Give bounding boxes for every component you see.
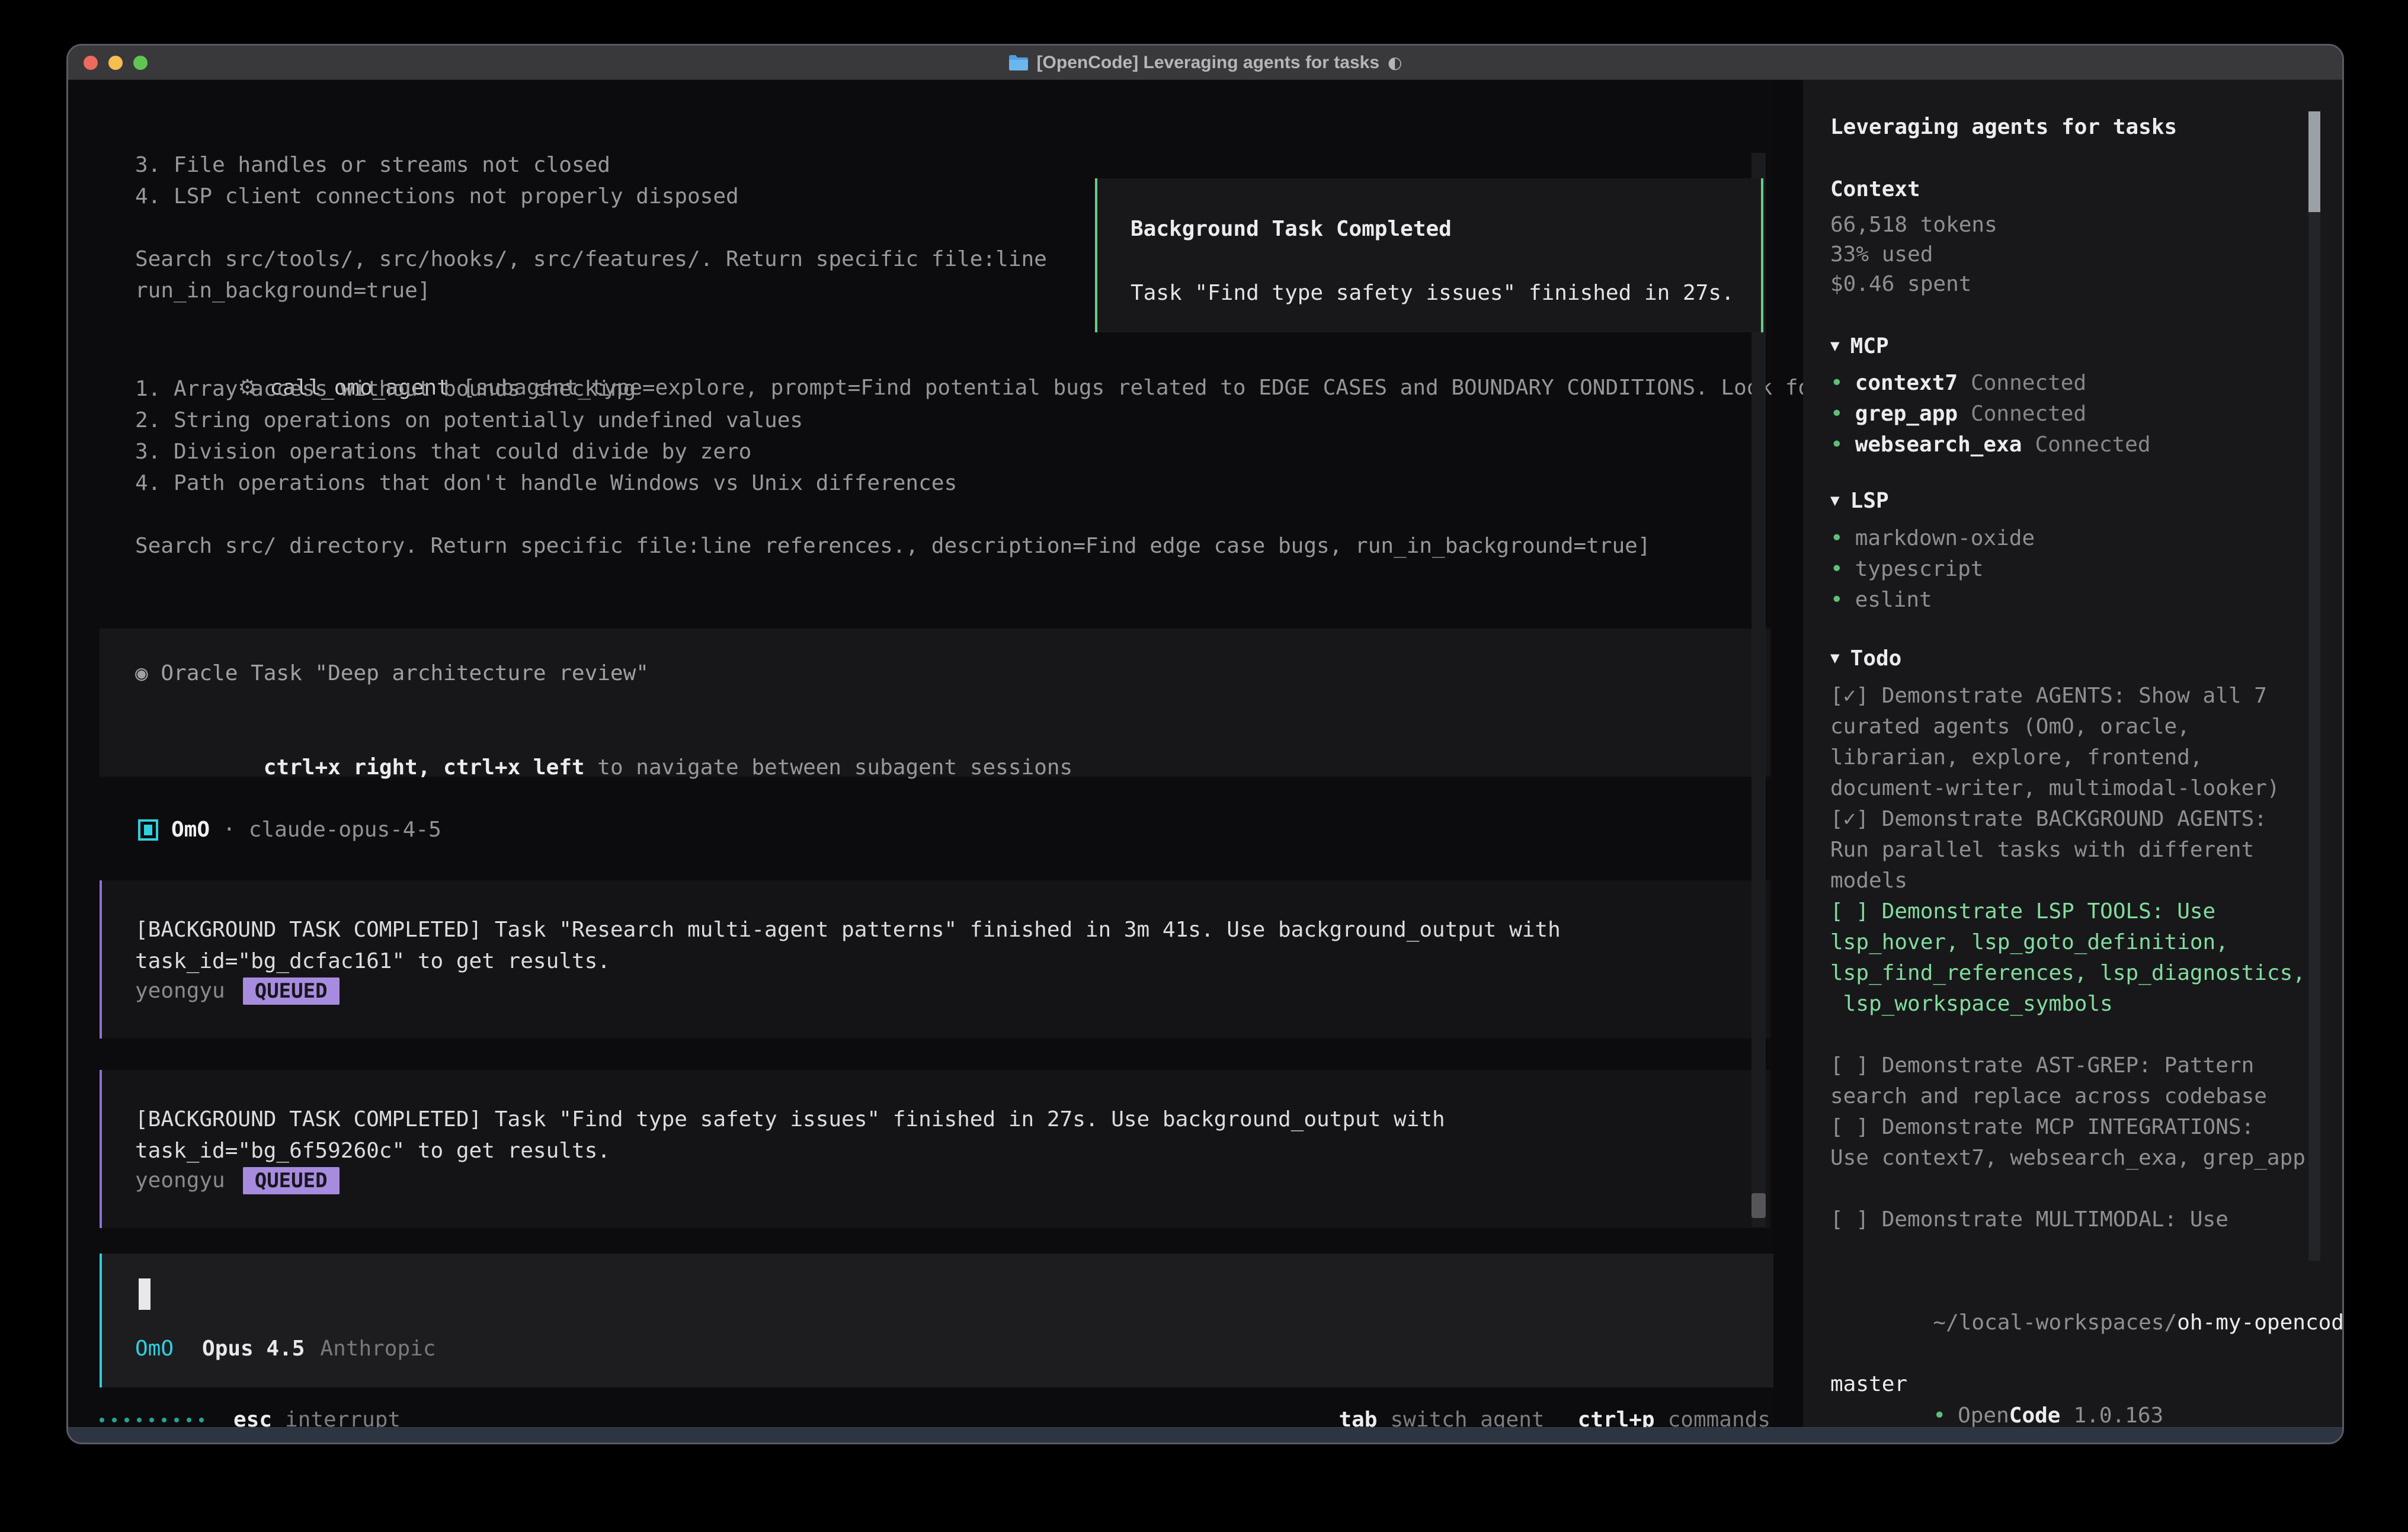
window-title-text: [OpenCode] Leveraging agents for tasks — [1037, 53, 1379, 73]
context-stats: 66,518 tokens 33% used $0.46 spent — [1830, 210, 1997, 299]
chevron-down-icon: ▼ — [1830, 649, 1840, 667]
traffic-lights — [84, 56, 148, 70]
folder-icon — [1008, 55, 1029, 71]
opencode-window: [OpenCode] Leveraging agents for tasks ◐… — [66, 44, 2344, 1444]
message-line1: [BACKGROUND TASK COMPLETED] Task "Find t… — [135, 1104, 1445, 1135]
input-footer: OmO Opus 4.5 Anthropic — [135, 1333, 436, 1364]
todo-item: [✓] Demonstrate AGENTS: Show all 7 curat… — [1830, 681, 2305, 804]
agent-separator: · — [223, 818, 236, 842]
todo-list: [✓] Demonstrate AGENTS: Show all 7 curat… — [1830, 681, 2305, 1235]
oracle-task-box: ◉ Oracle Task "Deep architecture review"… — [100, 629, 1770, 777]
titlebar[interactable]: [OpenCode] Leveraging agents for tasks ◐ — [68, 46, 2342, 80]
text-cursor — [139, 1278, 150, 1310]
main-scrollbar-thumb[interactable] — [1751, 1193, 1766, 1218]
sidebar-scrollbar-track[interactable] — [2308, 111, 2320, 1261]
todo-item: [ ] Demonstrate LSP TOOLS: Use lsp_hover… — [1830, 896, 2305, 1020]
status-dot-icon: • — [1830, 588, 1843, 612]
message-line1: [BACKGROUND TASK COMPLETED] Task "Resear… — [135, 914, 1561, 946]
desktop: [OpenCode] Leveraging agents for tasks ◐… — [0, 0, 2408, 1532]
sidebar-scrollbar-thumb[interactable] — [2308, 111, 2320, 212]
status-dot-icon: • — [1933, 1403, 1946, 1428]
status-dot-icon: • — [1830, 432, 1843, 457]
lsp-section-header[interactable]: ▼LSP — [1830, 489, 1889, 513]
close-button[interactable] — [84, 56, 98, 70]
chevron-down-icon: ▼ — [1830, 492, 1840, 509]
input-model-label: Opus 4.5 — [202, 1337, 305, 1361]
scrollback-text: 3. File handles or streams not closed 4.… — [135, 149, 1047, 306]
message-line2: task_id="bg_dcfac161" to get results. — [135, 946, 610, 977]
todo-item: [ ] Demonstrate AST-GREP: Pattern search… — [1830, 1050, 2305, 1112]
maximize-button[interactable] — [133, 56, 148, 70]
oracle-task-title: ◉ Oracle Task "Deep architecture review" — [135, 658, 649, 689]
todo-section-header[interactable]: ▼Todo — [1830, 646, 1901, 671]
status-dot-icon: • — [1830, 402, 1843, 426]
notification-body: Task "Find type safety issues" finished … — [1131, 277, 1734, 309]
status-badge: QUEUED — [243, 977, 340, 1005]
mcp-item: •websearch_exaConnected — [1830, 430, 2151, 460]
lsp-item: •typescript — [1830, 554, 2035, 585]
status-dot-icon: • — [1830, 371, 1843, 395]
agent-header: OmO · claude-opus-4-5 — [138, 814, 441, 845]
input-agent-label: OmO — [135, 1337, 174, 1361]
mcp-list: •context7Connected •grep_appConnected •w… — [1830, 368, 2151, 460]
oracle-hint-text: to navigate between subagent sessions — [585, 755, 1073, 780]
background-task-message-1: [BACKGROUND TASK COMPLETED] Task "Resear… — [100, 880, 1770, 1039]
status-badge: QUEUED — [243, 1167, 340, 1194]
chevron-down-icon: ▼ — [1830, 337, 1840, 355]
terminal-main-pane[interactable]: 3. File handles or streams not closed 4.… — [68, 80, 1773, 1427]
message-user: yeongyu — [135, 979, 225, 1003]
oracle-task-hint: ctrl+x right, ctrl+x left to navigate be… — [135, 720, 1072, 815]
message-footer: yeongyu QUEUED — [135, 975, 340, 1007]
message-line2: task_id="bg_6f59260c" to get results. — [135, 1135, 610, 1166]
sidebar: Leveraging agents for tasks Context 66,5… — [1803, 80, 2344, 1427]
session-title: Leveraging agents for tasks — [1830, 115, 2177, 139]
mcp-item: •context7Connected — [1830, 368, 2151, 399]
lsp-item: •markdown-oxide — [1830, 523, 2035, 554]
input-provider-label: Anthropic — [320, 1337, 436, 1361]
agent-model: claude-opus-4-5 — [249, 818, 441, 842]
toast-notification: Background Task Completed Task "Find typ… — [1095, 178, 1763, 332]
window-bottom-edge — [68, 1427, 2342, 1443]
prompt-input[interactable]: OmO Opus 4.5 Anthropic — [100, 1254, 1773, 1387]
minimize-button[interactable] — [108, 56, 123, 70]
todo-item: [✓] Demonstrate BACKGROUND AGENTS: Run p… — [1830, 804, 2305, 896]
todo-item: [ ] Demonstrate MULTIMODAL: Use — [1830, 1204, 2305, 1235]
mcp-section-header[interactable]: ▼MCP — [1830, 334, 1889, 358]
message-user: yeongyu — [135, 1168, 225, 1193]
tool-call-body: 1. Array access without bounds checking … — [135, 373, 1651, 562]
lsp-list: •markdown-oxide •typescript •eslint — [1830, 523, 2035, 616]
message-footer: yeongyu QUEUED — [135, 1165, 340, 1196]
context-header: Context — [1830, 177, 1920, 201]
spinner-dots-icon — [100, 1418, 204, 1422]
background-task-message-2: [BACKGROUND TASK COMPLETED] Task "Find t… — [100, 1070, 1770, 1228]
status-dot-icon: • — [1830, 557, 1843, 581]
status-dot-icon: • — [1830, 526, 1843, 550]
lsp-item: •eslint — [1830, 585, 2035, 616]
agent-name: OmO — [171, 818, 210, 842]
oracle-hint-keys: ctrl+x right, ctrl+x left — [264, 755, 585, 780]
notification-title: Background Task Completed — [1131, 213, 1452, 245]
todo-item: [ ] Demonstrate MCP INTEGRATIONS: Use co… — [1830, 1112, 2305, 1174]
session-indicator-icon: ◐ — [1388, 53, 1402, 72]
mcp-item: •grep_appConnected — [1830, 399, 2151, 430]
agent-checkbox-icon — [138, 819, 158, 841]
window-title: [OpenCode] Leveraging agents for tasks ◐ — [1008, 53, 1402, 73]
